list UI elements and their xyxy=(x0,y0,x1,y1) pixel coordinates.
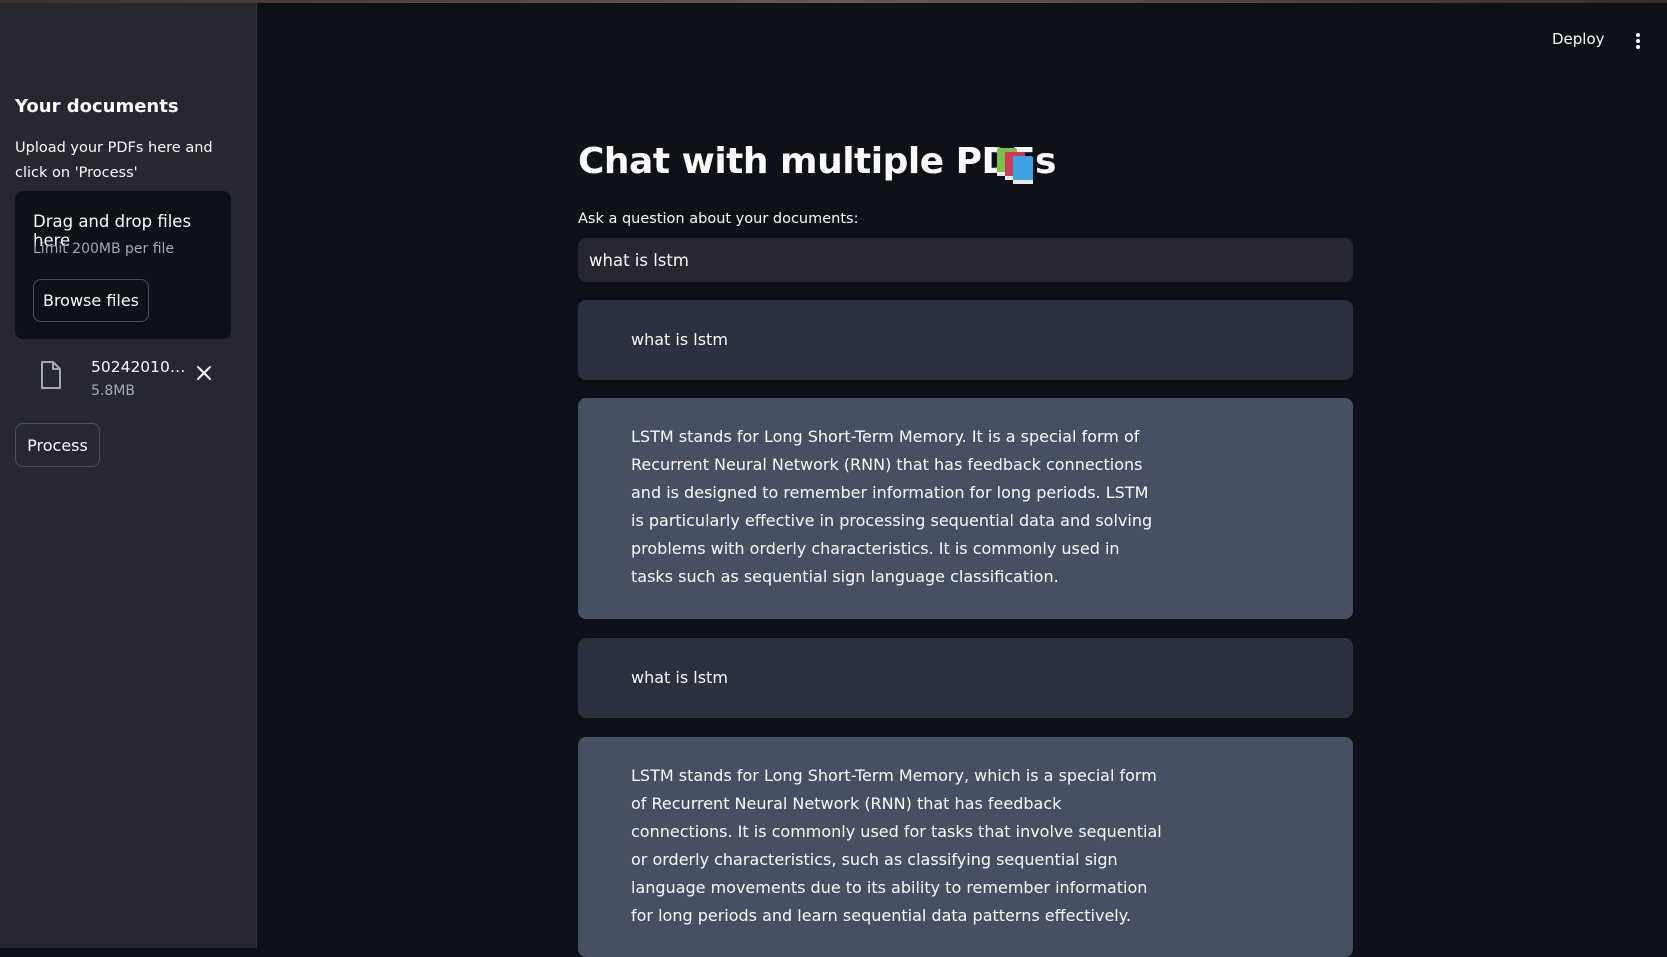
chat-message-bot: LSTM stands for Long Short-Term Memory, … xyxy=(578,737,1353,957)
question-label: Ask a question about your documents: xyxy=(578,211,859,227)
dropzone-limit-text: Limit 200MB per file xyxy=(33,241,175,257)
sidebar: Your documents Upload your PDFs here and… xyxy=(0,3,257,948)
chat-message-bot: LSTM stands for Long Short-Term Memory. … xyxy=(578,398,1353,619)
file-name: 502420105... xyxy=(91,358,191,376)
chat-message-user: what is lstm xyxy=(578,638,1353,718)
file-size: 5.8MB xyxy=(91,383,135,399)
question-input[interactable] xyxy=(578,238,1353,282)
process-button[interactable]: Process xyxy=(15,423,100,467)
vertical-dots-icon xyxy=(1636,33,1640,37)
books-icon xyxy=(997,148,1033,184)
close-icon xyxy=(197,366,211,380)
chat-message-user: what is lstm xyxy=(578,300,1353,380)
uploaded-file-item: 502420105... 5.8MB xyxy=(15,350,231,406)
page-title: Chat with multiple PDFs xyxy=(578,141,1056,182)
main-menu-button[interactable] xyxy=(1628,30,1648,52)
file-icon xyxy=(41,361,61,389)
browse-files-button[interactable]: Browse files xyxy=(33,279,149,322)
sidebar-title: Your documents xyxy=(15,96,179,117)
deploy-button[interactable]: Deploy xyxy=(1552,30,1605,48)
file-dropzone[interactable]: Drag and drop files here Limit 200MB per… xyxy=(15,191,231,339)
sidebar-description: Upload your PDFs here and click on 'Proc… xyxy=(15,140,213,181)
remove-file-button[interactable] xyxy=(191,360,217,386)
